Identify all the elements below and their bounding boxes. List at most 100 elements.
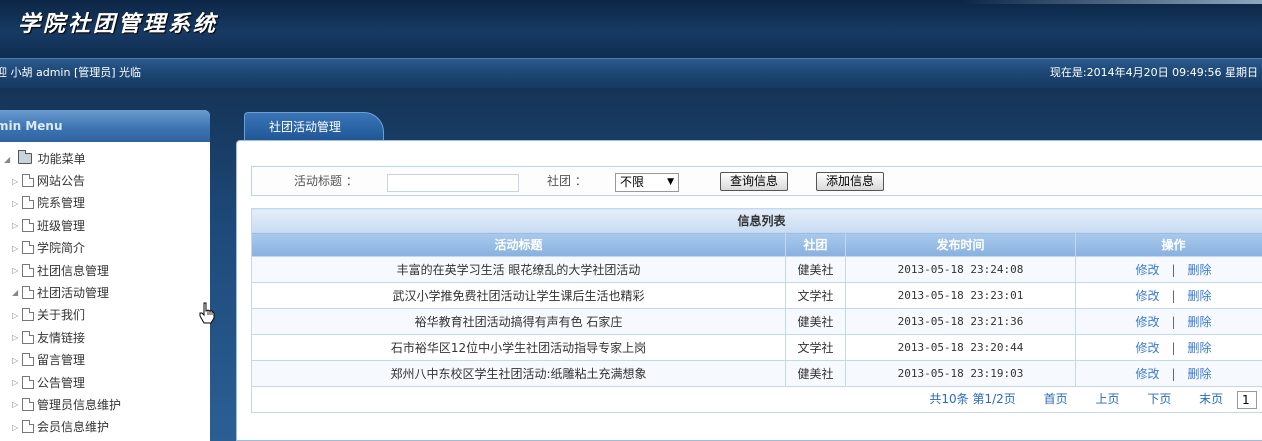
- delete-link[interactable]: 删除: [1188, 315, 1212, 329]
- prev-page-link[interactable]: 上页: [1095, 392, 1119, 406]
- sidebar-item[interactable]: ▷ 院系管理: [0, 192, 210, 214]
- page-number-input[interactable]: 1: [1237, 390, 1258, 409]
- edit-link[interactable]: 修改: [1135, 367, 1159, 381]
- publish-time-cell: 2013-05-18 23:20:44: [845, 334, 1076, 361]
- edit-link[interactable]: 修改: [1135, 263, 1159, 277]
- sidebar-item-label: 学院简介: [37, 241, 86, 256]
- publish-time-cell: 2013-05-18 23:23:01: [845, 282, 1076, 309]
- sidebar-item[interactable]: ▷ 会员信息维护: [0, 416, 210, 438]
- column-header-actions: 操作: [1074, 232, 1262, 257]
- action-separator: |: [1171, 315, 1176, 329]
- action-separator: |: [1171, 341, 1176, 355]
- sidebar-item[interactable]: ▷ 学院简介: [0, 237, 210, 259]
- collapsed-arrow-icon: ▷: [12, 198, 19, 208]
- column-header-club: 社团: [785, 232, 846, 257]
- tab-club-activity-management[interactable]: 社团活动管理: [244, 112, 384, 142]
- document-icon: [22, 353, 34, 367]
- main-panel: 活动标题 ： 社团 ： 不限 ▼ 查询信息 添加信息 信息列表 活动标题 社团 …: [236, 140, 1262, 441]
- action-separator: |: [1171, 289, 1176, 303]
- document-icon: [22, 218, 34, 232]
- publish-time-cell: 2013-05-18 23:21:36: [845, 308, 1076, 335]
- club-cell: 文学社: [785, 282, 846, 309]
- sidebar-item[interactable]: ▷ 班级管理: [0, 215, 210, 237]
- next-page-link[interactable]: 下页: [1147, 392, 1171, 406]
- collapsed-arrow-icon: ▷: [12, 333, 19, 343]
- delete-link[interactable]: 删除: [1188, 263, 1212, 277]
- table-row: 郑州八中东校区学生社团活动:纸雕粘土充满想象 健美社 2013-05-18 23:1…: [251, 360, 1262, 387]
- sidebar-item[interactable]: ▷ 管理员信息维护: [0, 394, 210, 416]
- table-row: 丰富的在英学习生活 眼花缭乱的大学社团活动 健美社 2013-05-18 23:24…: [251, 256, 1262, 283]
- sidebar-item-label: 会员信息维护: [37, 420, 110, 435]
- collapsed-arrow-icon: ▷: [12, 221, 19, 231]
- document-icon: [22, 308, 34, 322]
- document-icon: [22, 196, 34, 210]
- last-page-link[interactable]: 末页: [1199, 392, 1223, 406]
- document-icon: [22, 285, 34, 299]
- sidebar-item-label: 社团活动管理: [37, 285, 110, 300]
- query-button[interactable]: 查询信息: [720, 172, 788, 191]
- action-separator: |: [1171, 367, 1176, 381]
- actions-cell: 修改 | 删除: [1074, 256, 1262, 283]
- pagination: 共10条 第1/2页 首页 上页 下页 末页 1: [250, 386, 1262, 413]
- app-title: 学院社团管理系统: [18, 11, 219, 37]
- club-cell: 健美社: [785, 308, 846, 335]
- folder-icon: [17, 150, 32, 164]
- header-glow: [962, 0, 1262, 4]
- edit-link[interactable]: 修改: [1135, 289, 1159, 303]
- column-header-title: 活动标题: [251, 232, 786, 257]
- edit-link[interactable]: 修改: [1135, 315, 1159, 329]
- document-icon: [22, 330, 34, 344]
- document-icon: [22, 420, 34, 434]
- collapsed-arrow-icon: ▷: [12, 355, 19, 365]
- edit-link[interactable]: 修改: [1135, 341, 1159, 355]
- status-bar: 迎 小胡 admin [管理员] 光临 现在是:2014年4月20日 09:49…: [0, 58, 1262, 88]
- sidebar-item[interactable]: ▷ 留言管理: [0, 349, 210, 371]
- add-button[interactable]: 添加信息: [816, 172, 884, 191]
- table-row: 武汉小学推免费社团活动让学生课后生活也精彩 文学社 2013-05-18 23:23…: [251, 282, 1262, 309]
- club-cell: 健美社: [785, 256, 846, 283]
- activity-title-cell: 武汉小学推免费社团活动让学生课后生活也精彩: [251, 282, 786, 309]
- expanded-arrow-icon: ◢: [4, 154, 11, 164]
- search-form: 活动标题 ： 社团 ： 不限 ▼ 查询信息 添加信息: [251, 166, 1262, 196]
- sidebar: min Menu ◢ 功能菜单 ▷ 网站公告 ▷ 院系管理 ▷ 班级管理 ▷ 学院简介 ▷ 社团信…: [0, 110, 210, 441]
- club-cell: 文学社: [785, 334, 846, 361]
- club-select-value: 不限: [620, 175, 645, 189]
- title-label: 活动标题 ：: [294, 174, 358, 188]
- document-icon: [22, 174, 34, 187]
- tab-label: 社团活动管理: [269, 120, 342, 134]
- delete-link[interactable]: 删除: [1188, 367, 1212, 381]
- sidebar-item[interactable]: ▷ 社团信息管理: [0, 260, 210, 282]
- document-icon: [22, 397, 34, 411]
- table-row: 裕华教育社团活动搞得有声有色 石家庄 健美社 2013-05-18 23:21:36…: [251, 308, 1262, 335]
- collapsed-arrow-icon: ▷: [12, 310, 19, 320]
- sidebar-item[interactable]: ▷ 关于我们: [0, 304, 210, 326]
- publish-time-cell: 2013-05-18 23:19:03: [845, 360, 1076, 387]
- delete-link[interactable]: 删除: [1188, 341, 1212, 355]
- club-label: 社团 ：: [547, 174, 587, 188]
- title-input[interactable]: [387, 174, 519, 192]
- sidebar-item-label: 班级管理: [37, 218, 86, 233]
- tree-root-functions[interactable]: ◢ 功能菜单: [0, 148, 210, 170]
- document-icon: [22, 375, 34, 389]
- club-cell: 健美社: [785, 360, 846, 387]
- table-row: 石市裕华区12位中小学生社团活动指导专家上岗 文学社 2013-05-18 23:2…: [251, 334, 1262, 361]
- sidebar-item-label: 公告管理: [37, 375, 86, 390]
- sidebar-item-label: 留言管理: [37, 353, 86, 368]
- chevron-down-icon: ▼: [667, 177, 674, 187]
- delete-link[interactable]: 删除: [1188, 289, 1212, 303]
- first-page-link[interactable]: 首页: [1044, 392, 1068, 406]
- hand-cursor-icon: [199, 302, 215, 324]
- sidebar-item[interactable]: ▷ 公告管理: [0, 372, 210, 394]
- sidebar-item[interactable]: ▷ 网站公告: [0, 170, 210, 192]
- info-list-table: 信息列表 活动标题 社团 发布时间 操作 丰富的在英学习生活 眼花缭乱的大学社团…: [250, 208, 1262, 413]
- club-select[interactable]: 不限 ▼: [615, 173, 679, 192]
- sidebar-item[interactable]: ▷ 友情链接: [0, 327, 210, 349]
- sidebar-item-label: 友情链接: [37, 330, 86, 345]
- publish-time-cell: 2013-05-18 23:24:08: [845, 256, 1076, 283]
- tree-root-label: 功能菜单: [37, 152, 86, 166]
- sidebar-item-label: 社团信息管理: [37, 263, 110, 278]
- sidebar-item[interactable]: ◢ 社团活动管理: [0, 282, 210, 304]
- actions-cell: 修改 | 删除: [1074, 308, 1262, 335]
- activity-title-cell: 石市裕华区12位中小学生社团活动指导专家上岗: [251, 334, 786, 361]
- actions-cell: 修改 | 删除: [1074, 282, 1262, 309]
